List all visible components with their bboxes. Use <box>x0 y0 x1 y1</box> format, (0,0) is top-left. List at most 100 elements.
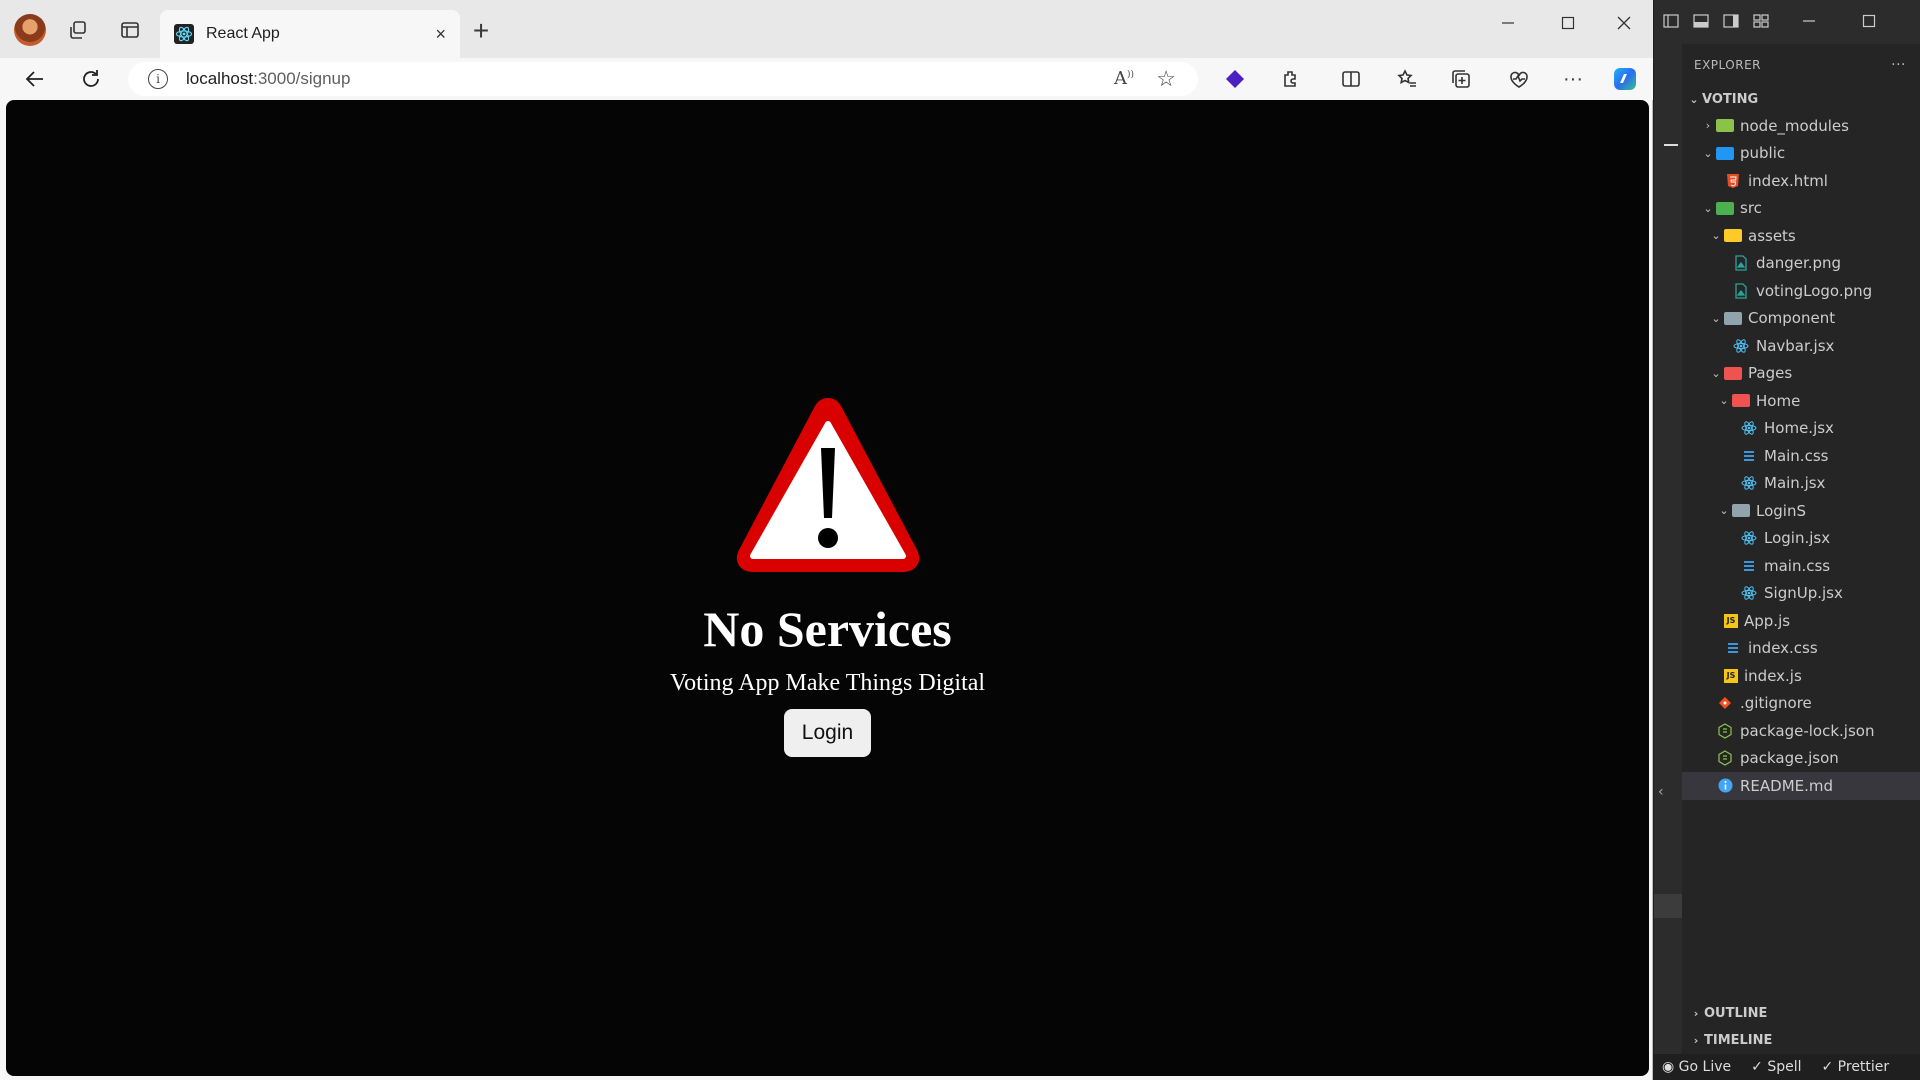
react-file-icon <box>1740 585 1758 601</box>
chevron-down-icon: ⌄ <box>1711 311 1721 325</box>
tab-actions-icon[interactable] <box>116 16 144 44</box>
folder-icon <box>1716 118 1734 134</box>
tree-item-label: package-lock.json <box>1740 721 1875 740</box>
css-file-icon <box>1740 448 1758 464</box>
tree-file-row[interactable]: .gitignore <box>1682 690 1920 718</box>
tree-folder-row[interactable]: ⌄ Pages <box>1682 360 1920 388</box>
collapse-chevron-icon[interactable]: ‹ <box>1658 784 1664 800</box>
tree-file-row[interactable]: package-lock.json <box>1682 717 1920 745</box>
tree-file-row[interactable]: Home.jsx <box>1682 415 1920 443</box>
tree-file-row[interactable]: index.html <box>1682 167 1920 195</box>
back-button[interactable] <box>20 64 50 94</box>
no-services-section: No Services Voting App Make Things Digit… <box>6 390 1649 757</box>
folder-icon <box>1716 145 1734 161</box>
profile-avatar[interactable] <box>14 14 46 46</box>
toggle-primary-sidebar-icon[interactable] <box>1662 12 1680 30</box>
collections-icon[interactable] <box>1448 66 1474 92</box>
browser-essentials-icon[interactable] <box>1506 66 1532 92</box>
tree-item-label: votingLogo.png <box>1756 281 1873 300</box>
vscode-minimize-icon[interactable] <box>1802 14 1816 28</box>
tree-file-row[interactable]: package.json <box>1682 745 1920 773</box>
tree-folder-row[interactable]: ⌄ public <box>1682 140 1920 168</box>
toggle-panel-icon[interactable] <box>1692 12 1710 30</box>
tree-folder-row[interactable]: ⌄ Component <box>1682 305 1920 333</box>
workspace-root-label: VOTING <box>1702 91 1759 107</box>
broadcast-icon: ◉ <box>1662 1059 1679 1075</box>
customize-layout-icon[interactable] <box>1752 12 1770 30</box>
chevron-down-icon: ⌄ <box>1719 394 1729 408</box>
favorite-star-icon[interactable]: ☆ <box>1156 66 1176 92</box>
workspaces-icon[interactable] <box>64 16 92 44</box>
tree-item-label: Home <box>1756 391 1801 410</box>
tab-react-app[interactable]: React App × <box>160 10 460 58</box>
chevron-right-icon: › <box>1693 1034 1699 1047</box>
workspace-root[interactable]: ⌄ VOTING <box>1682 86 1920 112</box>
spell-item[interactable]: ✓ Spell <box>1751 1059 1801 1075</box>
tree-file-row[interactable]: votingLogo.png <box>1682 277 1920 305</box>
tree-file-row[interactable]: index.css <box>1682 635 1920 663</box>
tree-item-label: Main.css <box>1764 446 1829 465</box>
chevron-down-icon: ⌄ <box>1711 229 1721 243</box>
extensions-icon[interactable] <box>1278 66 1304 92</box>
outline-section[interactable]: › OUTLINE <box>1682 1000 1920 1027</box>
tree-file-row[interactable]: Main.jsx <box>1682 470 1920 498</box>
favorites-icon[interactable] <box>1394 66 1420 92</box>
prettier-item[interactable]: ✓ Prettier <box>1821 1059 1889 1075</box>
tree-file-row[interactable]: SignUp.jsx <box>1682 580 1920 608</box>
read-aloud-icon[interactable]: A)) <box>1114 68 1134 89</box>
site-info-icon[interactable]: i <box>148 69 168 89</box>
tree-item-label: index.js <box>1744 666 1802 685</box>
folder-icon <box>1716 200 1734 216</box>
maximize-button[interactable] <box>1548 8 1588 38</box>
tree-file-row[interactable]: Navbar.jsx <box>1682 332 1920 360</box>
vscode-maximize-icon[interactable] <box>1862 14 1876 28</box>
check-icon: ✓ <box>1751 1059 1768 1075</box>
login-button[interactable]: Login <box>783 709 872 757</box>
copilot-icon[interactable] <box>1610 64 1640 94</box>
tree-file-row[interactable]: Login.jsx <box>1682 525 1920 553</box>
chevron-right-icon: › <box>1693 1007 1699 1020</box>
chevron-right-icon: › <box>1705 119 1711 133</box>
tree-file-row[interactable]: danger.png <box>1682 250 1920 278</box>
prettier-label: Prettier <box>1837 1059 1890 1075</box>
tree-folder-row[interactable]: › node_modules <box>1682 112 1920 140</box>
tree-item-label: App.js <box>1744 611 1791 630</box>
explorer-more-icon[interactable]: ··· <box>1891 57 1906 73</box>
explorer-title: EXPLORER <box>1694 58 1761 72</box>
chevron-down-icon: ⌄ <box>1711 366 1721 380</box>
tree-file-row[interactable]: main.css <box>1682 552 1920 580</box>
new-tab-button[interactable]: + <box>466 15 496 46</box>
split-screen-icon[interactable] <box>1338 66 1364 92</box>
activity-accent-marker <box>1654 894 1682 918</box>
minimize-button[interactable] <box>1488 8 1528 38</box>
close-tab-icon[interactable]: × <box>435 24 446 45</box>
tree-file-row[interactable]: JS index.js <box>1682 662 1920 690</box>
go-live-label: Go Live <box>1678 1059 1732 1075</box>
go-live-item[interactable]: ◉ Go Live <box>1662 1059 1731 1075</box>
tree-item-label: public <box>1740 144 1786 163</box>
tab-title: React App <box>206 25 280 42</box>
close-window-button[interactable] <box>1604 8 1644 38</box>
tree-folder-row[interactable]: ⌄ src <box>1682 195 1920 223</box>
tree-file-row[interactable]: README.md <box>1682 772 1920 800</box>
react-file-icon <box>1740 475 1758 491</box>
tree-item-label: node_modules <box>1740 116 1849 135</box>
tree-folder-row[interactable]: ⌄ assets <box>1682 222 1920 250</box>
more-menu-icon[interactable]: ··· <box>1560 66 1586 92</box>
spell-label: Spell <box>1767 1059 1802 1075</box>
tree-file-row[interactable]: JS App.js <box>1682 607 1920 635</box>
tree-folder-row[interactable]: ⌄ Home <box>1682 387 1920 415</box>
tree-item-label: SignUp.jsx <box>1764 584 1843 603</box>
page-heading: No Services <box>703 601 952 657</box>
vscode-window: ‹ EXPLORER ··· ⌄ VOTING › node_modules ⌄ pu… <box>1654 0 1920 1080</box>
address-bar[interactable]: i localhost:3000/signup A)) ☆ <box>128 62 1198 96</box>
tree-item-label: index.css <box>1748 639 1818 658</box>
timeline-section[interactable]: › TIMELINE <box>1682 1027 1920 1054</box>
tree-file-row[interactable]: Main.css <box>1682 442 1920 470</box>
timeline-label: TIMELINE <box>1704 1033 1773 1048</box>
tree-folder-row[interactable]: ⌄ LoginS <box>1682 497 1920 525</box>
extension-purple-icon[interactable] <box>1222 66 1248 92</box>
tree-item-label: danger.png <box>1756 254 1842 273</box>
refresh-button[interactable] <box>76 64 106 94</box>
toggle-secondary-sidebar-icon[interactable] <box>1722 12 1740 30</box>
